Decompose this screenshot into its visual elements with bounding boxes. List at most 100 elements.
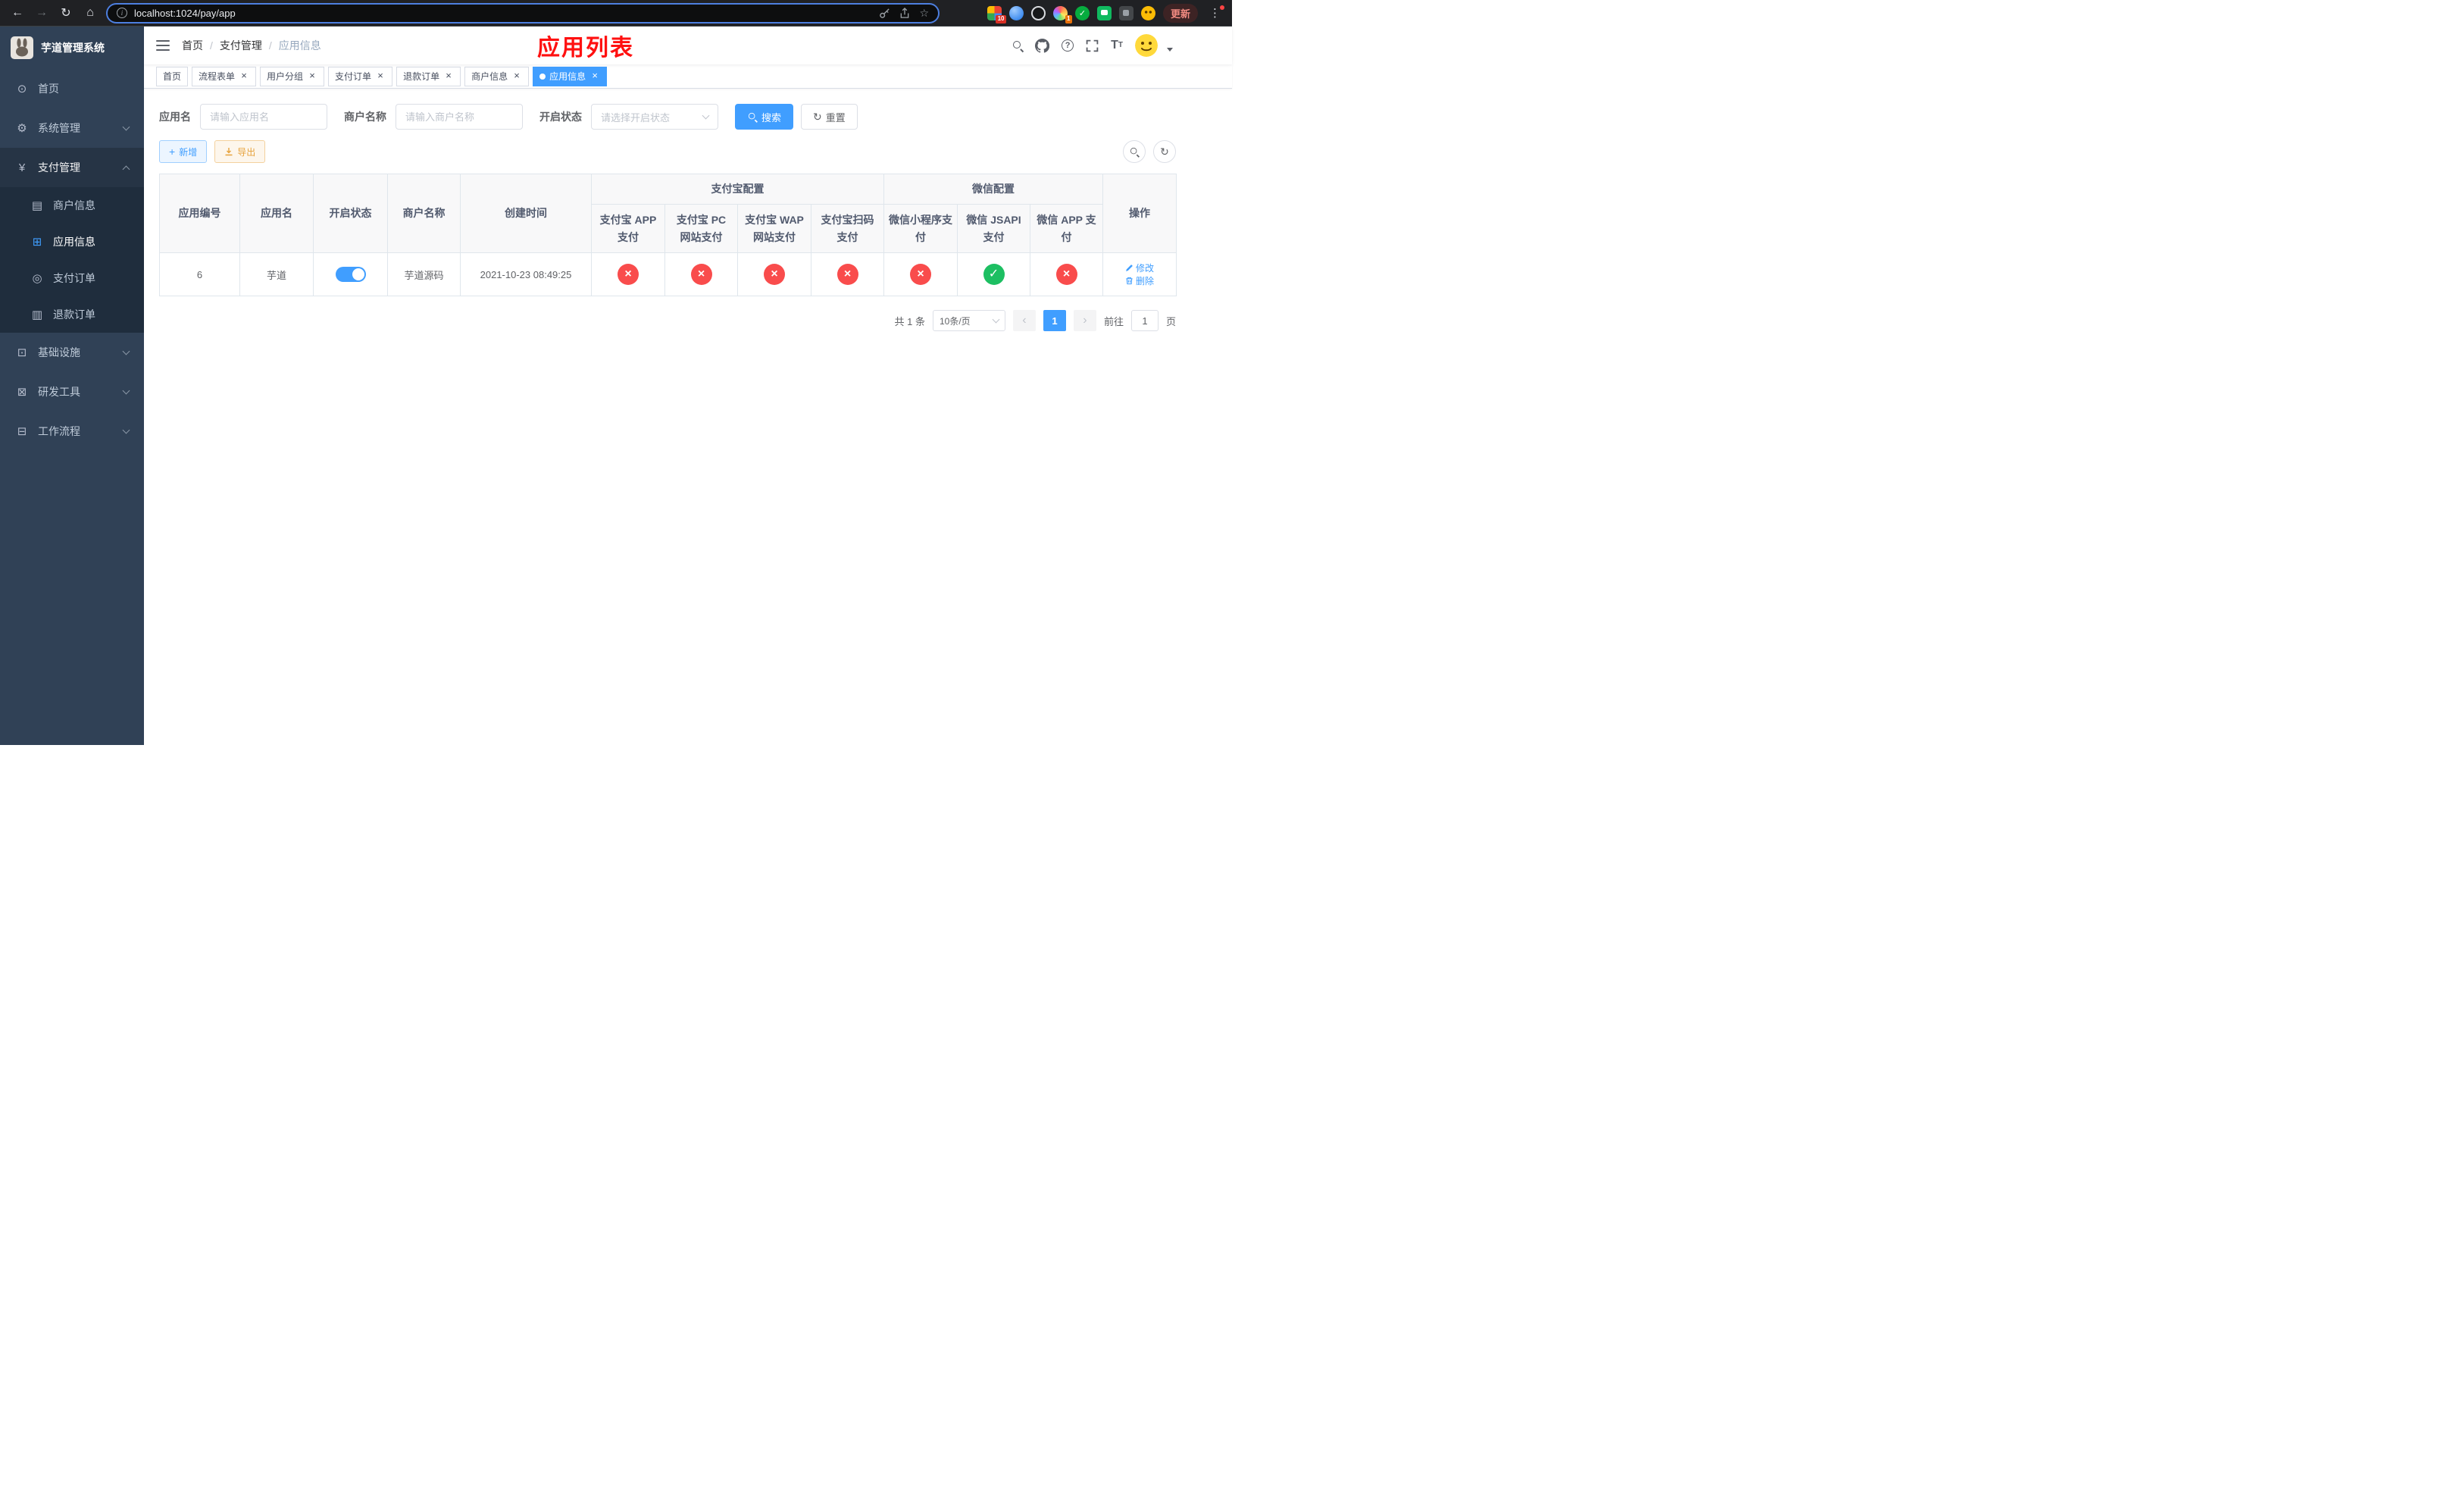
sidebar-item-infrastructure[interactable]: ⊡ 基础设施 — [0, 333, 144, 372]
app-name-input[interactable] — [200, 104, 327, 130]
extension-icon-blue[interactable] — [1008, 5, 1024, 20]
sidebar-item-label: 支付管理 — [38, 161, 80, 174]
page-size-select[interactable]: 10条/页 — [932, 310, 1005, 331]
reset-button[interactable]: ↻ 重置 — [801, 104, 858, 130]
cell-status — [313, 252, 388, 296]
col-header-app-id: 应用编号 — [159, 174, 240, 253]
extension-icon-rainbow[interactable]: 1 — [1052, 5, 1072, 23]
sidebar-item-home[interactable]: ⊙ 首页 — [0, 69, 144, 108]
sidebar-subitem-app-info[interactable]: ⊞ 应用信息 — [0, 224, 144, 260]
close-icon[interactable]: × — [375, 70, 386, 82]
refresh-icon[interactable]: ↻ — [1153, 140, 1176, 163]
browser-home-icon[interactable]: ⌂ — [80, 3, 100, 23]
share-icon[interactable] — [899, 7, 910, 19]
col-header-wechat-jsapi: 微信 JSAPI 支付 — [957, 204, 1030, 253]
key-icon[interactable] — [879, 8, 890, 19]
back-icon[interactable]: ← — [8, 3, 27, 23]
sidebar-subitem-refund-order[interactable]: ▥ 退款订单 — [0, 296, 144, 333]
merchant-name-label: 商户名称 — [344, 111, 386, 123]
group-header-wechat: 微信配置 — [883, 174, 1103, 205]
tab-app-info[interactable]: 应用信息 × — [533, 66, 608, 86]
payment-submenu: ▤ 商户信息 ⊞ 应用信息 ◎ 支付订单 ▥ 退款订单 — [0, 187, 144, 333]
close-icon[interactable]: × — [589, 70, 600, 82]
sidebar-collapse-icon[interactable] — [156, 39, 170, 52]
github-icon[interactable] — [1035, 38, 1050, 53]
download-icon — [225, 148, 233, 156]
fullscreen-icon[interactable] — [1086, 39, 1099, 52]
browser-extensions: 10 1 ✓ 更新 ⋮ — [987, 3, 1224, 23]
status-icon-wechat-jsapi: ✓ — [983, 264, 1005, 285]
close-icon[interactable]: × — [307, 70, 317, 82]
tab-pay-order[interactable]: 支付订单 × — [328, 66, 393, 86]
forward-icon[interactable]: → — [32, 3, 52, 23]
reload-icon[interactable]: ↻ — [56, 3, 76, 23]
browser-update-button[interactable]: 更新 — [1162, 3, 1198, 23]
status-icon-alipay-app: × — [618, 264, 639, 285]
logo-avatar — [11, 36, 33, 59]
status-icon-alipay-pc: × — [690, 264, 712, 285]
tab-refund-order[interactable]: 退款订单 × — [396, 66, 461, 86]
breadcrumb-home[interactable]: 首页 — [182, 38, 203, 53]
chevron-down-icon — [122, 347, 130, 355]
font-size-icon[interactable]: TT — [1111, 39, 1123, 52]
col-header-wechat-app: 微信 APP 支付 — [1030, 204, 1103, 253]
tab-merchant-info[interactable]: 商户信息 × — [464, 66, 530, 86]
tab-user-group[interactable]: 用户分组 × — [260, 66, 325, 86]
user-avatar[interactable] — [1135, 34, 1158, 57]
add-button[interactable]: + 新增 — [159, 140, 208, 163]
sidebar-item-dev-tools[interactable]: ⊠ 研发工具 — [0, 372, 144, 412]
url-bar[interactable]: i localhost:1024/pay/app ☆ — [106, 2, 940, 23]
extension-icon-puzzle[interactable] — [1118, 5, 1134, 20]
tags-view: 首页 流程表单 × 用户分组 × 支付订单 × 退款订单 × 商户信息 × 应用信息 × — [144, 64, 1232, 89]
delete-link[interactable]: 删除 — [1125, 274, 1154, 287]
breadcrumb-payment[interactable]: 支付管理 — [220, 38, 262, 53]
sidebar: 芋道管理系统 ⊙ 首页 ⚙ 系统管理 ¥ 支付管理 ▤ 商户信息 ⊞ 应用信息 … — [0, 27, 144, 745]
tab-home[interactable]: 首页 — [156, 66, 189, 86]
tab-label: 首页 — [163, 71, 182, 82]
chevron-down-icon[interactable] — [1167, 47, 1173, 52]
bookmark-star-icon[interactable]: ☆ — [919, 8, 929, 18]
close-icon[interactable]: × — [443, 70, 454, 82]
chevron-down-icon — [702, 111, 710, 120]
close-icon[interactable]: × — [511, 70, 522, 82]
search-button[interactable]: 搜索 — [735, 104, 794, 130]
tab-process-form[interactable]: 流程表单 × — [192, 66, 257, 86]
export-button[interactable]: 导出 — [214, 140, 266, 163]
app-logo[interactable]: 芋道管理系统 — [0, 27, 144, 69]
sidebar-item-system-mgmt[interactable]: ⚙ 系统管理 — [0, 108, 144, 148]
sidebar-item-label: 基础设施 — [38, 346, 80, 358]
edit-link[interactable]: 修改 — [1125, 261, 1154, 274]
prev-page-button[interactable]: ‹ — [1012, 310, 1036, 331]
merchant-name-input[interactable] — [396, 104, 523, 130]
breadcrumb-separator: / — [268, 39, 272, 52]
goto-label: 前往 — [1103, 315, 1124, 327]
sidebar-subitem-pay-order[interactable]: ◎ 支付订单 — [0, 260, 144, 296]
status-select[interactable]: 请选择开启状态 — [591, 104, 718, 130]
goto-page-input[interactable] — [1130, 310, 1159, 331]
active-dot — [539, 73, 546, 80]
breadcrumb: 首页 / 支付管理 / 应用信息 — [182, 38, 321, 53]
help-icon[interactable]: ? — [1062, 39, 1074, 52]
close-icon[interactable]: × — [239, 70, 249, 82]
page-number-1[interactable]: 1 — [1043, 310, 1066, 331]
filter-bar: 应用名 商户名称 开启状态 请选择开启状态 搜索 ↻重置 — [159, 104, 1217, 130]
chevron-up-icon — [122, 165, 130, 174]
extension-icon-green-square[interactable] — [1096, 5, 1112, 20]
next-page-button[interactable]: › — [1073, 310, 1096, 331]
search-icon[interactable] — [1012, 40, 1023, 51]
status-toggle[interactable] — [335, 267, 366, 282]
extension-icon-emoji[interactable] — [1140, 5, 1155, 20]
extension-icon-grid[interactable]: 10 — [987, 5, 1006, 23]
sidebar-subitem-merchant-info[interactable]: ▤ 商户信息 — [0, 187, 144, 224]
extension-icon-green-circle[interactable]: ✓ — [1074, 5, 1090, 20]
tab-label: 退款订单 — [403, 71, 440, 82]
page-info-icon[interactable]: i — [117, 8, 127, 18]
toggle-search-icon[interactable] — [1123, 140, 1146, 163]
sidebar-item-label: 首页 — [38, 83, 59, 95]
extension-badge: 1 — [1065, 14, 1072, 23]
grid-icon: ⊞ — [32, 236, 42, 249]
browser-menu-icon[interactable]: ⋮ — [1205, 5, 1224, 20]
extension-icon-dark[interactable] — [1030, 5, 1046, 20]
sidebar-item-payment-mgmt[interactable]: ¥ 支付管理 — [0, 148, 144, 187]
sidebar-item-workflow[interactable]: ⊟ 工作流程 — [0, 412, 144, 451]
